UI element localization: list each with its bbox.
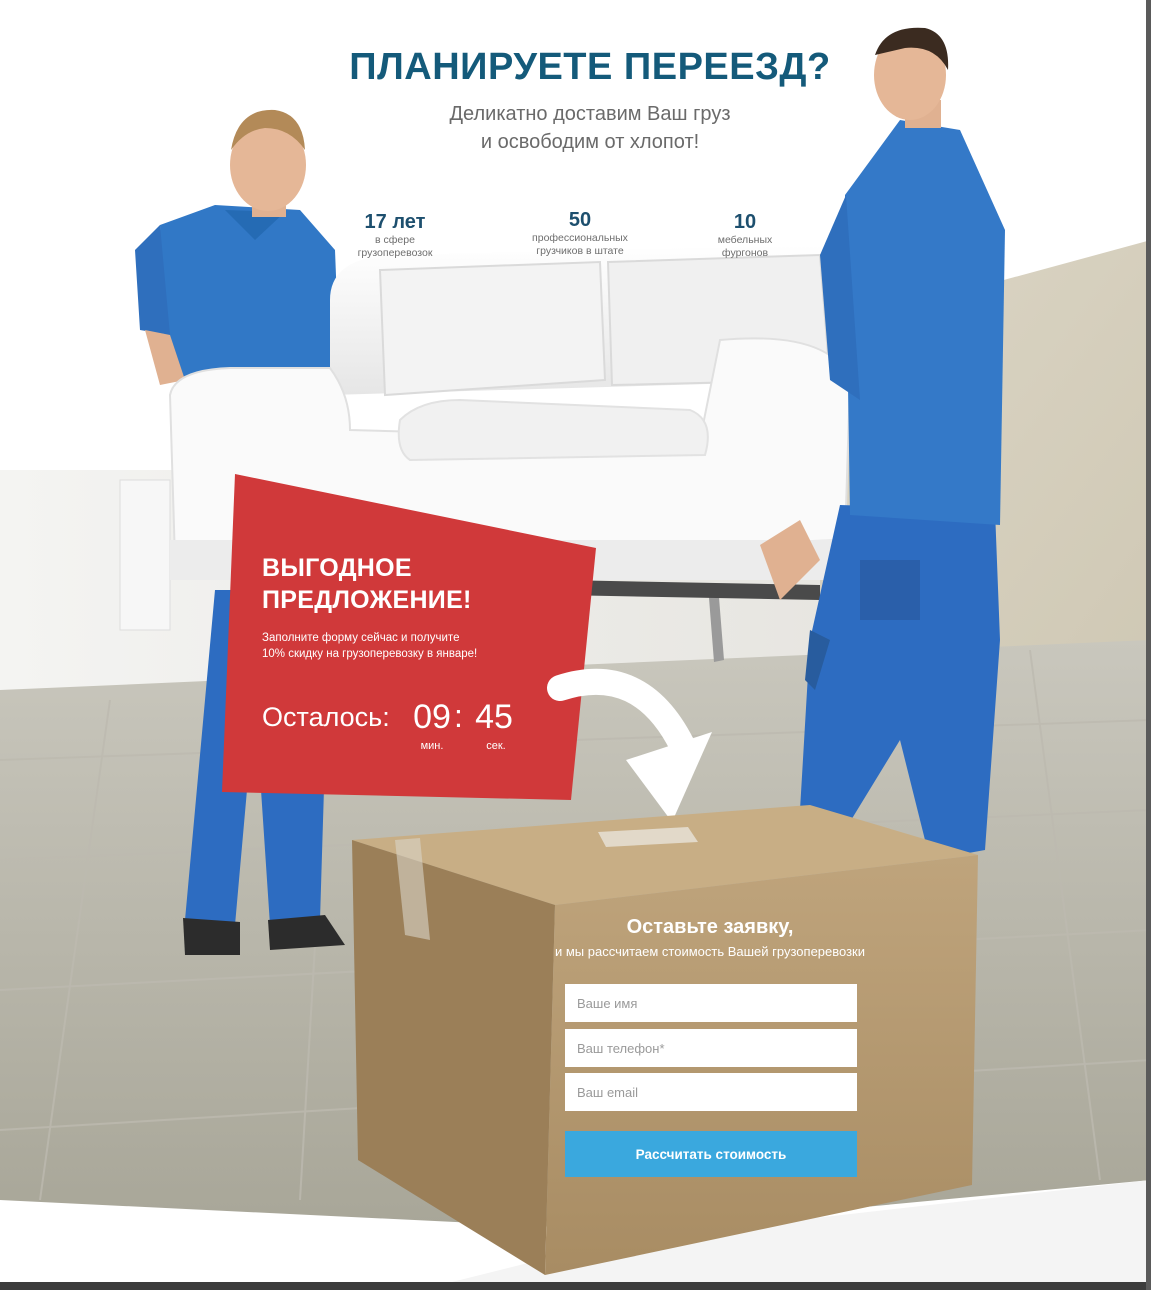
stat-value: 17 лет	[364, 211, 426, 233]
stat-caption-line-2: грузчиков в штате	[536, 245, 624, 257]
form-title: Оставьте заявку,	[626, 916, 794, 938]
offer-title-line-1: ВЫГОДНОЕ	[262, 554, 412, 582]
stat-years: 17 лет в сфере грузоперевозок	[340, 210, 450, 260]
countdown-seconds-caption: сек.	[486, 740, 506, 752]
phone-input[interactable]	[565, 1029, 857, 1067]
landing-page: ПЛАНИРУЕТЕ ПЕРЕЕЗД? Деликатно доставим В…	[0, 0, 1151, 1290]
offer-description: Заполните форму сейчас и получите 10% ск…	[262, 630, 562, 662]
countdown-minutes-caption: мин.	[420, 740, 444, 752]
calculate-cost-button[interactable]: Рассчитать стоимость	[565, 1131, 857, 1177]
name-input[interactable]	[565, 984, 857, 1022]
stat-caption-line-2: фургонов	[721, 247, 769, 259]
stat-value: 10	[733, 211, 757, 233]
stat-caption-line-1: профессиональных	[532, 232, 628, 244]
form-subtitle: и мы рассчитаем стоимость Вашей грузопер…	[554, 944, 866, 959]
subtitle-line-2: и освободим от хлопот!	[480, 131, 700, 153]
subtitle-line-1: Деликатно доставим Ваш груз	[449, 103, 731, 125]
page-edge-bar	[1146, 0, 1151, 1290]
offer-text-line-1: Заполните форму сейчас и получите	[262, 632, 460, 644]
stat-movers: 50 профессиональных грузчиков в штате	[510, 208, 650, 258]
countdown-minutes: 09	[413, 698, 451, 736]
stat-caption-line-1: в сфере	[375, 234, 415, 246]
stat-vans: 10 мебельных фургонов	[690, 210, 800, 260]
page-title: ПЛАНИРУЕТЕ ПЕРЕЕЗД?	[349, 46, 831, 88]
floor-edge	[0, 1282, 1151, 1290]
stat-value: 50	[568, 209, 592, 231]
stat-caption-line-2: грузоперевозок	[357, 247, 433, 259]
countdown-label: Осталось:	[262, 702, 390, 732]
baseboard	[119, 479, 171, 631]
countdown-seconds: 45	[475, 698, 513, 736]
offer-title-line-2: ПРЕДЛОЖЕНИЕ!	[262, 586, 472, 614]
countdown-separator: :	[454, 698, 463, 734]
offer-title: ВЫГОДНОЕ ПРЕДЛОЖЕНИЕ!	[262, 552, 562, 616]
stat-caption-line-1: мебельных	[717, 234, 773, 246]
page-subtitle: Деликатно доставим Ваш груз и освободим …	[340, 100, 840, 156]
email-input[interactable]	[565, 1073, 857, 1111]
offer-text-line-2: 10% скидку на грузоперевозку в январе!	[262, 648, 478, 660]
